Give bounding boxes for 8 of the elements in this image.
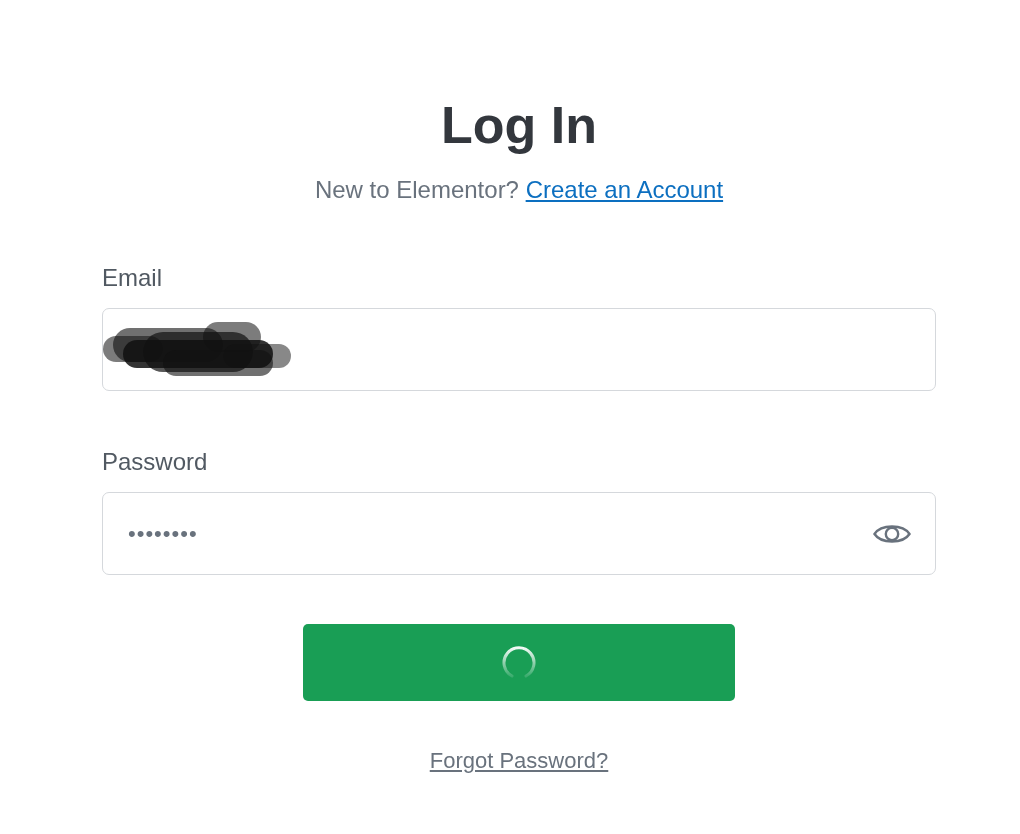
email-field[interactable] [102, 308, 936, 391]
password-field[interactable]: •••••••• [102, 492, 936, 575]
signup-prompt: New to Elementor? Create an Account [314, 175, 724, 205]
field-label: Password [102, 447, 208, 477]
create-account-link[interactable]: Create an Account [525, 176, 724, 203]
forgot-password-link[interactable]: Forgot Password? [429, 746, 609, 776]
field-label: Email [102, 263, 162, 293]
page-title: Log In [441, 95, 597, 156]
